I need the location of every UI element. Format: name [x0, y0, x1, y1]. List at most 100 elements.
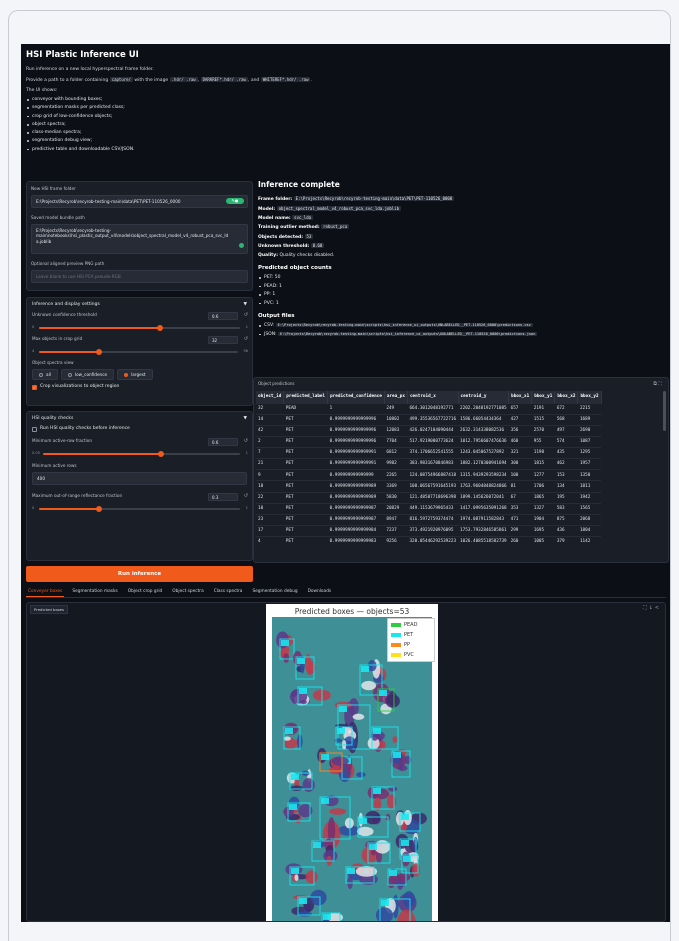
collapse-icon[interactable]: ▼	[244, 416, 247, 422]
table-row[interactable]: 23 PET 0.9999999999999987 8947 816.597275937…	[256, 513, 602, 526]
object-blob	[296, 911, 312, 917]
column-header[interactable]: centroid_x	[407, 391, 459, 404]
radio-label: low_confidence	[74, 371, 108, 377]
table-cell: PET	[283, 413, 328, 426]
column-header[interactable]: bbox_y2	[577, 391, 602, 404]
table-row[interactable]: 42 PET 0.9999999999999996 12083 426.02471040…	[256, 424, 602, 437]
slider-knob[interactable]	[95, 349, 102, 356]
edit-icon[interactable]: ✎●	[226, 197, 244, 204]
box-label-bg	[359, 818, 367, 824]
bundle-path-input[interactable]: E:\Projects\Recyrob\recyrob-testing-main…	[31, 224, 248, 255]
object-blob	[356, 772, 366, 778]
object-blob	[378, 740, 386, 750]
min-row-slider[interactable]: 0.05 1	[27, 449, 252, 458]
checkbox-checked-icon[interactable]: ✓	[32, 384, 37, 390]
table-row[interactable]: 7 PET 0.9999999999999991 6812 374.1706652541…	[256, 447, 602, 459]
max-crop-slider[interactable]: 4 96	[27, 347, 252, 356]
unknown-threshold-slider[interactable]: 0 1	[27, 323, 252, 332]
radio-all[interactable]: all	[32, 368, 58, 381]
tab-conveyor-boxes[interactable]: Conveyor boxes	[26, 588, 65, 597]
tab-object-spectra[interactable]: Object spectra	[170, 588, 205, 597]
table-cell: 2632.314338082536	[458, 424, 509, 437]
tab-class-spectra[interactable]: Class spectra	[212, 588, 245, 597]
table-row[interactable]: 4 PET 0.9999999999999983 9256 320.0544629253…	[256, 535, 602, 548]
table-cell: 0.9999999999999996	[327, 424, 385, 437]
table-cell: 22	[256, 491, 284, 504]
max-crop-input[interactable]: 32	[208, 336, 238, 345]
preview-path-input[interactable]: Leave blank to use HSI PCA pseudo-RGB	[31, 269, 248, 284]
key-label: Unknown threshold:	[258, 244, 310, 250]
column-header[interactable]: area_px	[384, 391, 408, 404]
table-cell: 517.9219080773624	[407, 436, 459, 448]
list-item: segmentation masks per predicted class;	[26, 105, 426, 111]
table-cell: 6812	[384, 447, 408, 459]
column-header[interactable]: centroid_y	[458, 391, 510, 404]
table-row[interactable]: 18 PET 0.9999999999999989 3369 108.065675916…	[256, 480, 602, 493]
preview-path-label: Optional aligned preview PNG path	[31, 261, 105, 267]
results-section: Inference complete Frame folder: E:\Proj…	[258, 180, 668, 340]
run-inference-button[interactable]: Run inference	[26, 566, 253, 582]
intro-text: .	[310, 78, 312, 84]
crop-checkbox-row[interactable]: ✓ Crop visualizations to object region	[32, 384, 247, 390]
slider-knob[interactable]	[96, 506, 103, 513]
reset-icon[interactable]: ↺	[244, 438, 248, 445]
checkbox-icon[interactable]	[32, 426, 37, 432]
unknown-threshold-input[interactable]: 0.6	[208, 312, 238, 321]
radio-label: largest	[131, 371, 146, 377]
object-blob	[352, 713, 365, 720]
settings-header[interactable]: Inference and display settings ▼	[27, 298, 252, 312]
column-header[interactable]: bbox_y1	[531, 391, 556, 404]
key-label: JSON:	[264, 331, 277, 337]
table-row[interactable]: 2 PET 0.9999999999999996 7704 517.9219080773…	[256, 436, 602, 448]
table-cell: 7	[256, 447, 284, 459]
table-row[interactable]: 9 PET 0.999999999999999 2265 124.08754966887…	[256, 469, 602, 481]
column-header[interactable]: bbox_x2	[554, 391, 579, 404]
column-header[interactable]: object_id	[256, 391, 285, 404]
reset-icon[interactable]: ↺	[244, 336, 248, 343]
table-cell: 9982	[384, 458, 408, 470]
csv-path[interactable]: E:\Projects\Recyrob\recyrob-testing-main…	[275, 323, 533, 328]
table-cell: 574	[554, 436, 578, 448]
object-blob	[356, 826, 374, 837]
max-oor-input[interactable]: 0.3	[208, 493, 238, 502]
image-toolbar-icons[interactable]: ⛶↓<	[643, 605, 661, 612]
tab-segmentation-debug[interactable]: Segmentation debug	[250, 588, 299, 597]
table-cell: 81	[508, 480, 532, 493]
table-row[interactable]: 14 PET 0.9999999999999996 10802 499.35536567…	[256, 413, 602, 426]
frame-folder-input[interactable]: E:\Projects\Recyrob\recyrob-testing-main…	[31, 194, 248, 209]
legend-item: PVC	[391, 652, 414, 659]
tab-segmentation-masks[interactable]: Segmentation masks	[70, 588, 119, 597]
column-header[interactable]: predicted_label	[283, 391, 329, 404]
copy-icon[interactable]: ⧉ ⛶	[653, 381, 662, 388]
slider-knob[interactable]	[156, 325, 163, 332]
slider-knob[interactable]	[158, 451, 165, 458]
table-cell: 426.0247104090444	[407, 424, 459, 437]
slider-min: 0	[32, 506, 35, 511]
reset-icon[interactable]: ↺	[244, 312, 248, 319]
json-path[interactable]: E:\Projects\Recyrob\recyrob-testing-main…	[278, 331, 538, 336]
table-row[interactable]: 32 PEAD 1 249 664.3012048192771 2202.20481927…	[256, 402, 602, 415]
table-cell: 383.9831670846983	[407, 458, 459, 470]
column-header[interactable]: bbox_x1	[508, 391, 533, 404]
tab-downloads[interactable]: Downloads	[306, 588, 334, 597]
radio-low-confidence[interactable]: low_confidence	[60, 368, 115, 381]
min-rows-input[interactable]: 400	[32, 471, 247, 486]
max-oor-slider[interactable]: 0 1	[27, 504, 252, 513]
object-blob	[396, 872, 411, 882]
table-row[interactable]: 22 PET 0.9999999999999989 5830 121.485077186…	[256, 491, 602, 504]
column-header[interactable]: predicted_confidence	[327, 391, 385, 404]
predictions-table-panel: Object predictions ⧉ ⛶ object_id predicte…	[253, 377, 669, 563]
min-row-input[interactable]: 0.6	[208, 438, 238, 447]
table-cell: 1811	[577, 480, 602, 493]
table-row[interactable]: 10 PET 0.9999999999999987 20829 449.11536799…	[256, 502, 602, 515]
predictions-table[interactable]: object_id predicted_label predicted_confid…	[256, 391, 602, 548]
run-quality-checkbox-row[interactable]: Run HSI quality checks before inference	[27, 426, 252, 432]
scrollbar[interactable]	[663, 391, 666, 431]
radio-largest[interactable]: largest	[117, 368, 153, 381]
table-row[interactable]: 17 PET 0.9999999999999984 7237 373.492192097…	[256, 524, 602, 537]
table-row[interactable]: 21 PET 0.9999999999999991 9982 383.983167084…	[256, 458, 602, 470]
reset-icon[interactable]: ↺	[244, 493, 248, 500]
tab-object-crop-grid[interactable]: Object crop grid	[126, 588, 165, 597]
quality-header[interactable]: HSI quality checks ▼	[27, 412, 252, 426]
collapse-icon[interactable]: ▼	[244, 302, 247, 308]
